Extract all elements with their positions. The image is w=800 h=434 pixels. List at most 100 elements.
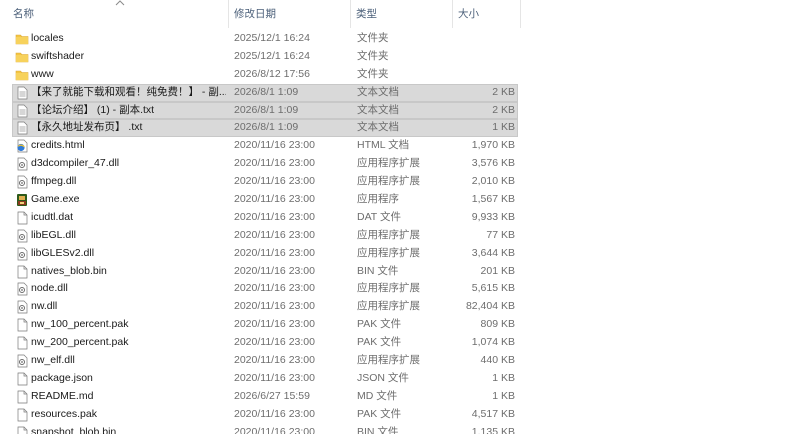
file-row[interactable]: www 2026/8/12 17:56 文件夹	[0, 66, 800, 84]
file-name: nw_100_percent.pak	[31, 318, 129, 331]
file-type: JSON 文件	[357, 371, 409, 384]
file-row[interactable]: 【论坛介绍】 (1) - 副本.txt 2026/8/1 1:09 文本文档 2 KB	[0, 101, 800, 120]
file-size: 9,933 KB	[471, 210, 515, 223]
column-header-size[interactable]: 大小	[458, 0, 518, 28]
file-size: 440 KB	[480, 354, 515, 367]
file-type: 文本文档	[357, 103, 399, 116]
text-file-icon	[15, 104, 29, 118]
file-date: 2020/11/16 23:00	[234, 354, 315, 367]
column-divider[interactable]	[520, 0, 521, 28]
file-name: package.json	[31, 371, 93, 384]
dll-file-icon	[15, 282, 29, 296]
dll-file-icon	[15, 157, 29, 171]
file-type: PAK 文件	[357, 336, 402, 349]
file-type: 文本文档	[357, 121, 399, 134]
file-type: 文件夹	[357, 49, 389, 62]
file-row[interactable]: resources.pak 2020/11/16 23:00 PAK 文件 4,517…	[0, 406, 800, 424]
file-size: 2 KB	[492, 103, 515, 116]
file-size: 82,404 KB	[465, 300, 515, 313]
file-size: 201 KB	[480, 264, 515, 277]
file-type: MD 文件	[357, 389, 398, 402]
file-size: 3,576 KB	[471, 157, 515, 170]
dll-file-icon	[15, 247, 29, 261]
file-name: 【论坛介绍】 (1) - 副本.txt	[31, 103, 155, 116]
file-row[interactable]: icudtl.dat 2020/11/16 23:00 DAT 文件 9,933 KB	[0, 209, 800, 227]
file-date: 2026/8/1 1:09	[234, 121, 299, 134]
file-size: 2,010 KB	[471, 175, 515, 188]
file-list: locales 2025/12/1 16:24 文件夹 swiftshader 2025…	[0, 30, 800, 434]
file-size: 809 KB	[480, 318, 515, 331]
file-size: 1 KB	[492, 371, 515, 384]
file-row[interactable]: nw_elf.dll 2020/11/16 23:00 应用程序扩展 440 KB	[0, 352, 800, 370]
file-type: 应用程序扩展	[357, 246, 420, 259]
file-row[interactable]: natives_blob.bin 2020/11/16 23:00 BIN 文件 20…	[0, 263, 800, 281]
blank-file-icon	[15, 408, 29, 422]
file-date: 2020/11/16 23:00	[234, 228, 315, 241]
file-size: 3,644 KB	[471, 246, 515, 259]
file-row[interactable]: swiftshader 2025/12/1 16:24 文件夹	[0, 48, 800, 66]
file-date: 2026/8/1 1:09	[234, 85, 299, 98]
file-type: 文本文档	[357, 85, 399, 98]
file-name: libEGL.dll	[31, 228, 76, 241]
column-header-name[interactable]: 名称	[13, 0, 228, 28]
file-row[interactable]: 【来了就能下载和观看！纯免费！】 - 副... 2026/8/1 1:09 文本文档…	[0, 83, 800, 102]
game-exe-icon	[15, 193, 29, 207]
file-row[interactable]: libEGL.dll 2020/11/16 23:00 应用程序扩展 77 KB	[0, 227, 800, 245]
file-type: PAK 文件	[357, 407, 402, 420]
file-type: 应用程序	[357, 193, 399, 206]
dll-file-icon	[15, 354, 29, 368]
file-row[interactable]: nw.dll 2020/11/16 23:00 应用程序扩展 82,404 KB	[0, 298, 800, 316]
file-type: 应用程序扩展	[357, 228, 420, 241]
file-size: 1 KB	[492, 121, 515, 134]
file-name: credits.html	[31, 139, 85, 152]
file-row[interactable]: credits.html 2020/11/16 23:00 HTML 文档 1,970…	[0, 137, 800, 155]
file-row[interactable]: nw_100_percent.pak 2020/11/16 23:00 PAK 文件…	[0, 316, 800, 334]
file-name: ffmpeg.dll	[31, 175, 77, 188]
file-type: HTML 文档	[357, 139, 410, 152]
file-row[interactable]: d3dcompiler_47.dll 2020/11/16 23:00 应用程序扩展…	[0, 155, 800, 173]
text-file-icon	[15, 121, 29, 135]
file-date: 2020/11/16 23:00	[234, 264, 315, 277]
file-date: 2026/8/12 17:56	[234, 67, 310, 80]
file-row[interactable]: README.md 2026/6/27 15:59 MD 文件 1 KB	[0, 388, 800, 406]
file-date: 2020/11/16 23:00	[234, 246, 315, 259]
file-row[interactable]: package.json 2020/11/16 23:00 JSON 文件 1 KB	[0, 370, 800, 388]
blank-file-icon	[15, 211, 29, 225]
file-name: Game.exe	[31, 193, 80, 206]
file-row[interactable]: node.dll 2020/11/16 23:00 应用程序扩展 5,615 KB	[0, 280, 800, 298]
column-header-bar: 名称 修改日期 类型 大小	[0, 0, 800, 28]
file-row[interactable]: 【永久地址发布页】 .txt 2026/8/1 1:09 文本文档 1 KB	[0, 119, 800, 138]
file-type: PAK 文件	[357, 318, 402, 331]
file-row[interactable]: nw_200_percent.pak 2020/11/16 23:00 PAK 文件…	[0, 334, 800, 352]
file-name: natives_blob.bin	[31, 264, 107, 277]
file-row[interactable]: locales 2025/12/1 16:24 文件夹	[0, 30, 800, 48]
column-divider[interactable]	[228, 0, 229, 28]
file-type: BIN 文件	[357, 425, 399, 434]
column-header-date[interactable]: 修改日期	[234, 0, 349, 28]
blank-file-icon	[15, 426, 29, 434]
folder-icon	[15, 32, 29, 46]
file-name: d3dcompiler_47.dll	[31, 157, 120, 170]
file-size: 77 KB	[486, 228, 515, 241]
html-file-icon	[15, 139, 29, 153]
file-name: snapshot_blob.bin	[31, 425, 117, 434]
file-row[interactable]: Game.exe 2020/11/16 23:00 应用程序 1,567 KB	[0, 191, 800, 209]
column-divider[interactable]	[452, 0, 453, 28]
file-size: 5,615 KB	[471, 282, 515, 295]
column-divider[interactable]	[350, 0, 351, 28]
file-size: 4,517 KB	[471, 407, 515, 420]
file-type: 文件夹	[357, 67, 389, 80]
file-name: 【来了就能下载和观看！纯免费！】 - 副...	[31, 85, 226, 98]
file-row[interactable]: snapshot_blob.bin 2020/11/16 23:00 BIN 文件 1…	[0, 424, 800, 434]
file-row[interactable]: ffmpeg.dll 2020/11/16 23:00 应用程序扩展 2,010 KB	[0, 173, 800, 191]
dll-file-icon	[15, 300, 29, 314]
file-date: 2026/8/1 1:09	[234, 103, 299, 116]
blank-file-icon	[15, 372, 29, 386]
file-name: nw.dll	[31, 300, 58, 313]
file-size: 1,970 KB	[471, 139, 515, 152]
column-header-type[interactable]: 类型	[356, 0, 451, 28]
file-type: 应用程序扩展	[357, 354, 420, 367]
file-name: README.md	[31, 389, 94, 402]
file-row[interactable]: libGLESv2.dll 2020/11/16 23:00 应用程序扩展 3,644…	[0, 245, 800, 263]
file-date: 2020/11/16 23:00	[234, 336, 315, 349]
